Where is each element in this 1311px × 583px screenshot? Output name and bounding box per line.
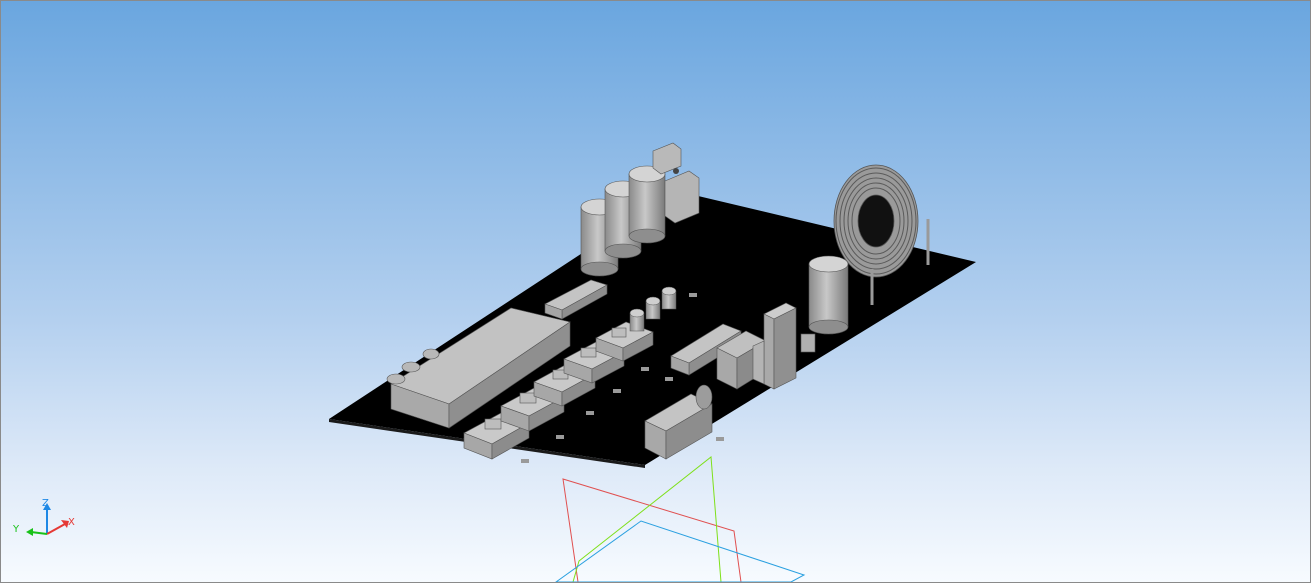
y-axis-arrow (26, 528, 33, 536)
3d-scene[interactable]: Z X Y (1, 1, 1310, 582)
3d-viewport[interactable]: Z X Y (0, 0, 1311, 583)
axis-triad: Z X Y (12, 498, 75, 536)
small-component[interactable] (800, 333, 816, 353)
x-axis-label: X (68, 517, 75, 528)
z-axis-label: Z (42, 498, 49, 509)
y-axis-label: Y (12, 524, 20, 535)
x-axis-line (46, 523, 66, 535)
capacitor-4[interactable] (808, 255, 849, 335)
plane-xy (555, 520, 806, 582)
origin-planes (555, 456, 806, 582)
capacitor-3 (628, 165, 666, 244)
y-axis-line (30, 531, 48, 535)
plane-yz (572, 456, 722, 582)
